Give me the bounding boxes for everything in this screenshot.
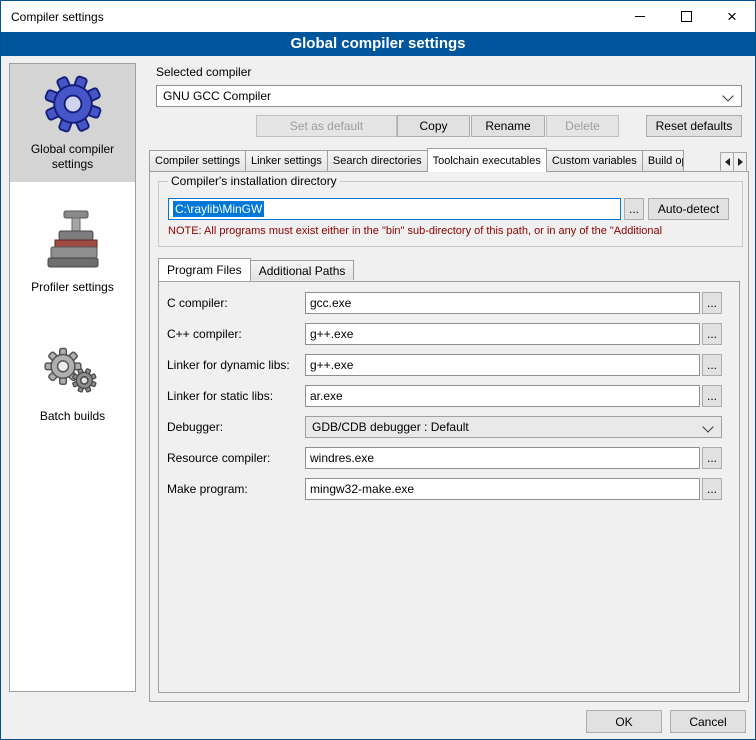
toolchain-executables-panel: Compiler's installation directory C:\ray… [149, 171, 749, 702]
field-row: Linker for static libs: ar.exe ... [159, 385, 739, 407]
set-as-default-button: Set as default [256, 115, 397, 137]
blue-gear-icon [43, 74, 103, 134]
tab-toolchain-executables[interactable]: Toolchain executables [427, 148, 547, 172]
window-controls: × [617, 1, 755, 32]
tab-compiler-settings[interactable]: Compiler settings [149, 150, 246, 171]
linker-static-browse-button[interactable]: ... [702, 385, 722, 407]
linker-dynamic-browse-button[interactable]: ... [702, 354, 722, 376]
tab-scroll-left-button[interactable] [720, 152, 734, 172]
main-content: Selected compiler GNU GCC Compiler Set a… [146, 63, 749, 713]
sidebar-item-label: Profiler settings [31, 280, 114, 295]
rename-button[interactable]: Rename [471, 115, 545, 137]
selected-compiler-value: GNU GCC Compiler [163, 89, 271, 103]
selected-compiler-dropdown[interactable]: GNU GCC Compiler [156, 85, 742, 107]
tab-scroll-right-button[interactable] [733, 152, 747, 172]
group-title: Compiler's installation directory [168, 174, 340, 188]
make-program-label: Make program: [167, 478, 248, 500]
selected-compiler-label: Selected compiler [156, 65, 251, 79]
install-dir-browse-button[interactable]: ... [624, 198, 644, 220]
make-program-value: mingw32-make.exe [310, 482, 414, 496]
chevron-down-icon [702, 421, 713, 432]
profiler-tool-icon [46, 210, 100, 272]
debugger-label: Debugger: [167, 416, 223, 438]
tab-search-directories[interactable]: Search directories [327, 150, 428, 171]
minimize-button[interactable] [617, 1, 663, 32]
install-dir-input[interactable]: C:\raylib\MinGW [168, 198, 621, 220]
program-files-panel: C compiler: gcc.exe ... C++ compiler: g+… [158, 281, 740, 693]
resource-compiler-value: windres.exe [310, 451, 374, 465]
tab-build-options[interactable]: Build options [642, 150, 684, 171]
c-compiler-browse-button[interactable]: ... [702, 292, 722, 314]
chevron-down-icon [722, 90, 733, 101]
resource-compiler-browse-button[interactable]: ... [702, 447, 722, 469]
titlebar: Compiler settings × [1, 1, 755, 32]
dialog-header: Global compiler settings [1, 32, 755, 56]
copy-button[interactable]: Copy [397, 115, 470, 137]
reset-defaults-button[interactable]: Reset defaults [646, 115, 742, 137]
minimize-icon [635, 16, 645, 17]
tab-scroll-buttons [720, 152, 746, 172]
maximize-button[interactable] [663, 1, 709, 32]
debugger-value: GDB/CDB debugger : Default [312, 420, 469, 434]
tab-custom-variables[interactable]: Custom variables [546, 150, 643, 171]
note-text: NOTE: All programs must exist either in … [168, 225, 738, 237]
resource-compiler-input[interactable]: windres.exe [305, 447, 700, 469]
settings-category-list: Global compiler settings Profiler settin… [9, 63, 136, 692]
close-icon: × [727, 8, 737, 25]
sidebar-item-batch-builds[interactable]: Batch builds [10, 333, 135, 434]
arrow-left-icon [725, 158, 730, 166]
field-row: Resource compiler: windres.exe ... [159, 447, 739, 469]
make-program-input[interactable]: mingw32-make.exe [305, 478, 700, 500]
tab-linker-settings[interactable]: Linker settings [245, 150, 328, 171]
linker-static-value: ar.exe [310, 389, 343, 403]
c-compiler-value: gcc.exe [310, 296, 351, 310]
cpp-compiler-browse-button[interactable]: ... [702, 323, 722, 345]
linker-dynamic-value: g++.exe [310, 358, 353, 372]
cpp-compiler-input[interactable]: g++.exe [305, 323, 700, 345]
c-compiler-input[interactable]: gcc.exe [305, 292, 700, 314]
c-compiler-label: C compiler: [167, 292, 228, 314]
make-program-browse-button[interactable]: ... [702, 478, 722, 500]
sidebar-item-profiler-settings[interactable]: Profiler settings [10, 200, 135, 305]
maximize-icon [681, 11, 692, 22]
ok-button[interactable]: OK [586, 710, 662, 733]
install-dir-value: C:\raylib\MinGW [173, 201, 264, 217]
window-title: Compiler settings [11, 10, 104, 24]
linker-dynamic-input[interactable]: g++.exe [305, 354, 700, 376]
sidebar-item-label: Batch builds [40, 409, 105, 424]
field-row: C compiler: gcc.exe ... [159, 292, 739, 314]
cpp-compiler-label: C++ compiler: [167, 323, 242, 345]
cancel-button[interactable]: Cancel [670, 710, 746, 733]
program-subtabs: Program Files Additional Paths [158, 258, 353, 281]
linker-static-input[interactable]: ar.exe [305, 385, 700, 407]
installation-directory-group: Compiler's installation directory C:\ray… [158, 181, 743, 247]
gray-gears-icon [44, 343, 102, 401]
field-row: Debugger: GDB/CDB debugger : Default [159, 416, 739, 438]
subtab-program-files[interactable]: Program Files [158, 258, 251, 281]
debugger-select[interactable]: GDB/CDB debugger : Default [305, 416, 722, 438]
subtab-additional-paths[interactable]: Additional Paths [250, 260, 355, 280]
linker-dynamic-label: Linker for dynamic libs: [167, 354, 290, 376]
field-row: Make program: mingw32-make.exe ... [159, 478, 739, 500]
close-button[interactable]: × [709, 1, 755, 32]
field-row: Linker for dynamic libs: g++.exe ... [159, 354, 739, 376]
delete-button: Delete [546, 115, 619, 137]
sidebar-item-global-compiler-settings[interactable]: Global compiler settings [10, 64, 135, 182]
resource-compiler-label: Resource compiler: [167, 447, 270, 469]
linker-static-label: Linker for static libs: [167, 385, 273, 407]
auto-detect-button[interactable]: Auto-detect [648, 198, 729, 220]
sidebar-item-label: Global compiler settings [17, 142, 129, 172]
compiler-tabs: Compiler settings Linker settings Search… [149, 148, 719, 172]
compiler-settings-window: Compiler settings × Global compiler sett… [0, 0, 756, 740]
arrow-right-icon [738, 158, 743, 166]
cpp-compiler-value: g++.exe [310, 327, 353, 341]
field-row: C++ compiler: g++.exe ... [159, 323, 739, 345]
